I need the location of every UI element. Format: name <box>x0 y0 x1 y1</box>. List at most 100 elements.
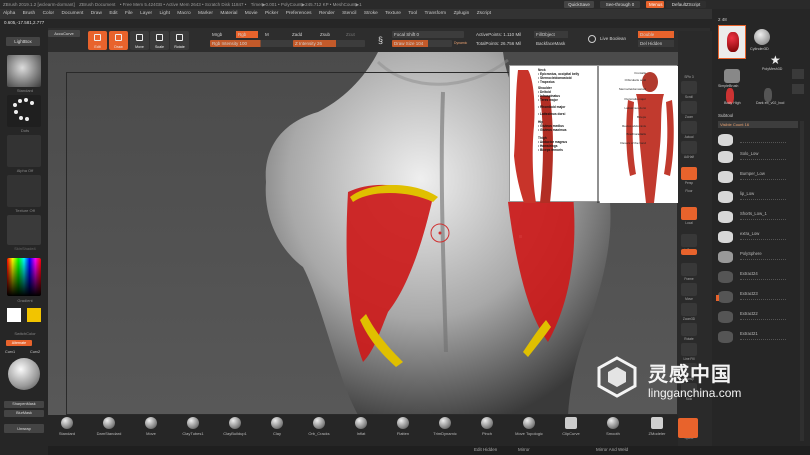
zsub-button[interactable]: Zsub <box>318 31 338 38</box>
brush-flatten[interactable]: Flatten <box>388 417 418 444</box>
material-thumbnail[interactable] <box>7 215 41 245</box>
zoom-button[interactable] <box>681 101 697 114</box>
sharpenmask-button[interactable]: SharpenMask <box>4 401 44 408</box>
lightbox-button[interactable]: LightBox <box>6 37 40 46</box>
subtool-item[interactable]: Shorts_Low_1 <box>718 211 786 226</box>
zoom3d-button[interactable] <box>681 303 697 316</box>
scale-mode-button[interactable]: Scale <box>150 31 169 50</box>
rgb-intensity-slider[interactable]: Rgb Intensity 100 <box>210 40 294 47</box>
menu-texture[interactable]: Texture <box>385 9 401 19</box>
menu-material[interactable]: Material <box>220 9 237 19</box>
tool-slot[interactable] <box>792 84 804 94</box>
menus-button[interactable]: Menus <box>646 1 664 8</box>
alternate-button[interactable]: Alternate <box>6 340 32 346</box>
brush-clipcurve[interactable]: ClipCurve <box>556 417 586 444</box>
menu-preferences[interactable]: Preferences <box>286 9 312 19</box>
menu-movie[interactable]: Movie <box>245 9 258 19</box>
visible-count-slider[interactable]: Visible Count 16 <box>718 121 798 128</box>
menu-tool[interactable]: Tool <box>408 9 417 19</box>
default-zscript-button[interactable]: DefaultZScript <box>666 1 706 8</box>
switchcolor-button[interactable]: SwitchColor <box>4 331 46 336</box>
color-picker[interactable] <box>7 258 41 296</box>
menu-file[interactable]: File <box>125 9 133 19</box>
simplebrush-thumb[interactable] <box>724 69 740 83</box>
actual-button[interactable] <box>681 121 697 134</box>
live-boolean-button[interactable]: Live Boolean <box>598 35 634 42</box>
lsym-button[interactable] <box>681 234 697 247</box>
menu-layer[interactable]: Layer <box>140 9 152 19</box>
subtool-item[interactable]: extra_Low <box>718 231 786 246</box>
move-mode-button[interactable]: Move <box>130 31 149 50</box>
blurmask-button[interactable]: BlurMask <box>4 410 44 417</box>
brush-move[interactable]: Move <box>136 417 166 444</box>
draw-mode-button[interactable]: Draw <box>109 31 128 50</box>
subtool-item[interactable]: Extract23 <box>718 291 786 306</box>
double-button[interactable]: Double <box>638 31 674 38</box>
unwrap-button[interactable]: Unwrap <box>4 424 44 433</box>
brush-standard[interactable]: Standard <box>52 417 82 444</box>
fill-object-button[interactable]: FillObject <box>534 31 568 38</box>
see-through-slider[interactable]: See-through 0 <box>600 1 640 8</box>
menu-marker[interactable]: Marker <box>198 9 213 19</box>
menu-stencil[interactable]: Stencil <box>342 9 356 19</box>
menu-zscript[interactable]: Zscript <box>477 9 491 19</box>
mirror-button[interactable]: Mirror <box>518 447 530 452</box>
menu-picker[interactable]: Picker <box>265 9 278 19</box>
dark-body-thumb[interactable] <box>764 88 772 102</box>
brush-pinch[interactable]: Pinch <box>472 417 502 444</box>
menu-color[interactable]: Color <box>43 9 54 19</box>
subtool-item[interactable]: Burnper_Low <box>718 171 786 186</box>
local-button[interactable] <box>681 207 697 220</box>
cylinder-thumb[interactable] <box>754 29 770 45</box>
focal-shift-slider[interactable]: Focal Shift 0 <box>392 31 464 38</box>
menu-stroke[interactable]: Stroke <box>364 9 378 19</box>
accucurve-button[interactable]: AccuCurve <box>48 30 80 37</box>
move-view-button[interactable] <box>681 283 697 296</box>
subtool-item[interactable]: PolySphere <box>718 251 786 266</box>
subtool-item[interactable]: lip_Low <box>718 191 786 206</box>
subtool-header[interactable]: Subtool <box>718 113 733 118</box>
alpha-thumbnail[interactable] <box>7 135 41 167</box>
rotate-mode-button[interactable]: Rotate <box>170 31 189 50</box>
menu-render[interactable]: Render <box>319 9 335 19</box>
subtool-item[interactable] <box>718 134 786 149</box>
menu-light[interactable]: Light <box>160 9 170 19</box>
aahalf-button[interactable] <box>681 141 697 154</box>
draw-size-slider[interactable]: Draw Size 104 <box>392 40 452 47</box>
subtool-item[interactable]: Extract22 <box>718 311 786 326</box>
brush-smooth[interactable]: Smooth <box>598 417 628 444</box>
secondary-color-swatch[interactable] <box>7 308 21 322</box>
xyz-button[interactable] <box>681 249 697 255</box>
zcut-button[interactable]: Zcut <box>344 31 364 38</box>
rgb-button[interactable]: Rgb <box>236 31 258 38</box>
edit-hidden-button[interactable]: Edit Hidden <box>474 447 497 452</box>
menu-alpha[interactable]: Alpha <box>3 9 15 19</box>
brush-zmodeler[interactable]: ZModeler <box>642 417 672 444</box>
menu-zplugin[interactable]: Zplugin <box>454 9 470 19</box>
m-button[interactable]: M <box>263 31 275 38</box>
menu-draw[interactable]: Draw <box>91 9 102 19</box>
del-hidden-button[interactable]: Del Hidden <box>638 40 674 47</box>
brush-inflat[interactable]: Inflat <box>346 417 376 444</box>
current-tool-thumb[interactable] <box>718 25 746 59</box>
brush-damstandard[interactable]: DamStandard <box>94 417 124 444</box>
brush-claytubes[interactable]: ClayTubes1 <box>178 417 208 444</box>
rotate-view-button[interactable] <box>681 323 697 336</box>
frame-button[interactable] <box>681 263 697 276</box>
dynamic-button[interactable]: Dynamic <box>452 40 474 47</box>
mrgb-button[interactable]: Mrgb <box>210 31 234 38</box>
menu-brush[interactable]: Brush <box>23 9 36 19</box>
edit-mode-button[interactable]: Edit <box>88 31 107 50</box>
primary-color-swatch[interactable] <box>27 308 41 322</box>
texture-thumbnail[interactable] <box>7 175 41 207</box>
subtool-item[interactable]: Extract24 <box>718 271 786 286</box>
menu-transform[interactable]: Transform <box>424 9 446 19</box>
tool-slot[interactable] <box>792 69 804 79</box>
z-intensity-slider[interactable]: Z Intensity 26 <box>293 40 365 47</box>
brush-claybuildup[interactable]: ClayBuildup1 <box>220 417 250 444</box>
scroll-button[interactable] <box>681 81 697 94</box>
material-sphere[interactable] <box>8 358 40 390</box>
subtool-item[interactable]: Solo_Low <box>718 151 786 166</box>
menu-document[interactable]: Document <box>61 9 83 19</box>
menu-macro[interactable]: Macro <box>177 9 190 19</box>
